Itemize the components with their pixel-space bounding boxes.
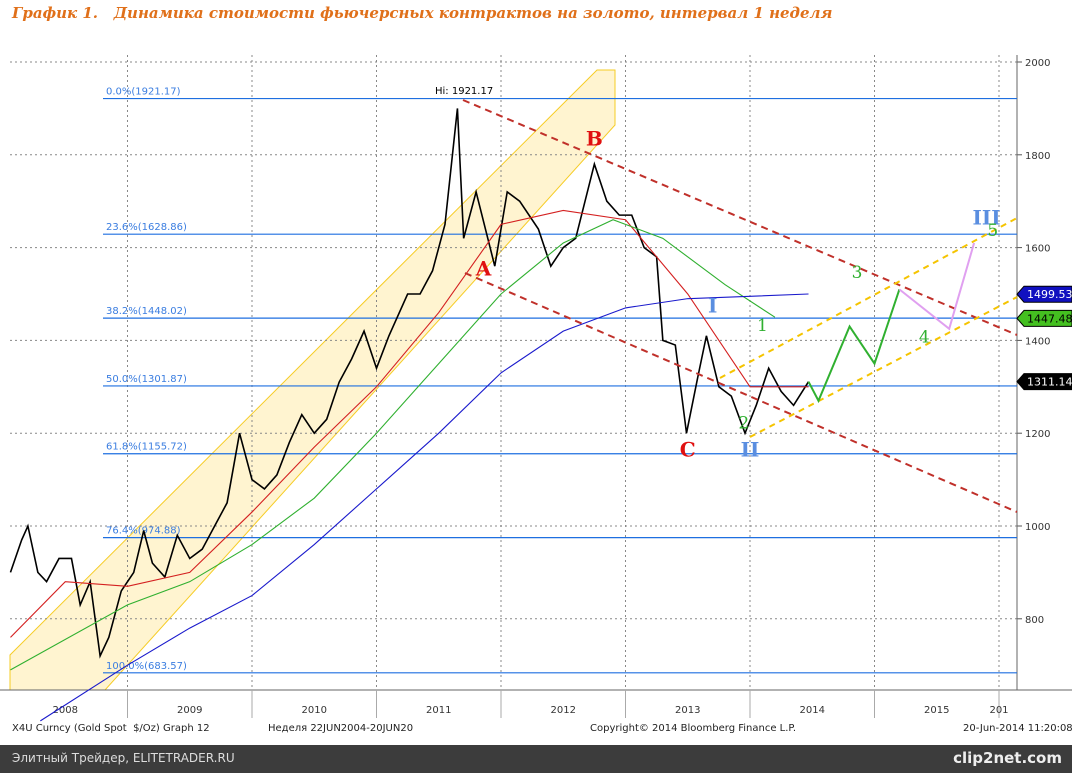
footer-copyright: Copyright© 2014 Bloomberg Finance L.P. bbox=[590, 723, 797, 734]
x-tick-label: 2009 bbox=[177, 705, 202, 716]
price-tag-label: 1447.48 bbox=[1027, 312, 1072, 325]
watermark-left: Элитный Трейдер, ELITETRADER.RU bbox=[12, 751, 235, 765]
fib-level-label: 38.2%(1448.02) bbox=[106, 306, 187, 317]
wave-label: A bbox=[475, 256, 492, 280]
wave-label: 5 bbox=[987, 221, 998, 241]
clip2net-logo: clip2net.com bbox=[953, 749, 1062, 767]
y-tick-label: 800 bbox=[1025, 615, 1044, 626]
y-tick-label: 1400 bbox=[1025, 336, 1050, 347]
y-tick-label: 1000 bbox=[1025, 522, 1050, 533]
x-tick-label: 2015 bbox=[924, 705, 949, 716]
x-tick-label: 2013 bbox=[675, 705, 700, 716]
x-tick-label: 201 bbox=[989, 705, 1008, 716]
wave-label: 1 bbox=[757, 316, 768, 336]
yellow-channel bbox=[9, 69, 616, 691]
red-support-line bbox=[464, 272, 1018, 513]
projection-pink bbox=[898, 242, 976, 331]
wave-label: 2 bbox=[738, 414, 749, 434]
fib-level-label: 23.6%(1628.86) bbox=[106, 222, 187, 233]
series-ma-blue bbox=[40, 293, 809, 722]
fib-level-label: 100.0%(683.57) bbox=[106, 661, 187, 672]
red-resistance-line bbox=[462, 99, 1018, 336]
y-tick-label: 1600 bbox=[1025, 244, 1050, 255]
wave-label: C bbox=[680, 437, 696, 461]
fib-level-label: 0.0%(1921.17) bbox=[106, 87, 181, 98]
price-tag-label: 1499.53 bbox=[1027, 288, 1072, 301]
fib-level-label: 61.8%(1155.72) bbox=[106, 442, 187, 453]
watermark-bar: Элитный Трейдер, ELITETRADER.RU clip2net… bbox=[0, 745, 1072, 773]
wave-label: 4 bbox=[919, 328, 930, 348]
fib-level-label: 50.0%(1301.87) bbox=[106, 374, 187, 385]
wave-label: 3 bbox=[852, 263, 863, 283]
price-tag-label: 1311.14 bbox=[1027, 376, 1072, 389]
high-label: Hi: 1921.17 bbox=[435, 86, 493, 97]
y-tick-label: 1200 bbox=[1025, 429, 1050, 440]
x-tick-label: 2014 bbox=[800, 705, 825, 716]
chart: 8001000120014001600180020002008 2009 2010 2… bbox=[0, 55, 1072, 722]
footer-ticker: X4U Curncy (Gold Spot $/Oz) Graph 12 bbox=[12, 723, 210, 734]
wave-label: II bbox=[741, 437, 760, 461]
wave-label: I bbox=[708, 294, 717, 318]
y-tick-label: 1800 bbox=[1025, 151, 1050, 162]
footer-timestamp: 20-Jun-2014 11:20:08 bbox=[963, 723, 1072, 734]
x-tick-label: 2011 bbox=[426, 705, 451, 716]
x-tick-label: 2010 bbox=[302, 705, 327, 716]
y-tick-label: 2000 bbox=[1025, 58, 1050, 69]
x-tick-label: 2012 bbox=[551, 705, 576, 716]
footer-period: Неделя 22JUN2004-20JUN20 bbox=[268, 723, 414, 734]
projection-green bbox=[807, 289, 901, 404]
wave-label: B bbox=[586, 127, 603, 151]
